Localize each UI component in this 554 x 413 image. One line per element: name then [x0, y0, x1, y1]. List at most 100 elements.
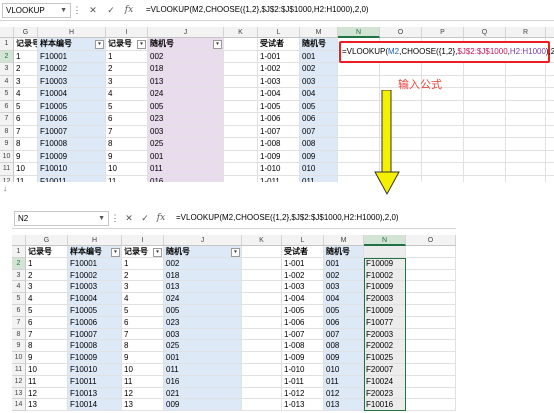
data-cell[interactable]: 12 [26, 387, 68, 400]
cell[interactable] [464, 150, 506, 163]
data-cell[interactable]: 016 [148, 175, 224, 182]
column-header[interactable]: K [224, 27, 258, 38]
data-cell[interactable]: 12 [122, 387, 164, 400]
column-header[interactable]: O [380, 27, 422, 38]
data-cell[interactable]: F10009 [38, 150, 106, 163]
data-cell[interactable]: F10001 [68, 257, 122, 270]
data-cell[interactable]: F10004 [68, 293, 122, 305]
cell[interactable] [464, 63, 506, 76]
data-cell[interactable]: 018 [148, 63, 224, 76]
data-cell[interactable]: F20007 [364, 364, 406, 376]
data-cell[interactable]: F10003 [68, 281, 122, 294]
cell[interactable] [224, 113, 258, 126]
row-header[interactable]: 10 [12, 352, 26, 364]
column-header[interactable]: L [282, 235, 324, 246]
column-title[interactable]: 随机号 [324, 246, 364, 258]
data-cell[interactable]: 7 [122, 328, 164, 341]
cell[interactable] [406, 328, 456, 341]
data-cell[interactable]: F10011 [68, 375, 122, 388]
cell[interactable] [242, 246, 282, 258]
data-cell[interactable]: 1-003 [258, 75, 300, 88]
column-title[interactable]: 记录号 [14, 38, 38, 51]
data-cell[interactable]: 8 [122, 340, 164, 353]
data-cell[interactable]: F10002 [68, 269, 122, 282]
data-cell[interactable]: 1-011 [282, 375, 324, 388]
data-cell[interactable]: 024 [164, 293, 242, 305]
cell[interactable] [546, 113, 554, 126]
row-header[interactable]: 7 [12, 316, 26, 329]
column-title[interactable]: 记录号 ▾ [122, 246, 164, 258]
filter-dropdown-icon[interactable]: ▾ [153, 248, 162, 257]
select-all-corner[interactable] [12, 235, 26, 246]
enter-button[interactable]: ✓ [104, 3, 118, 17]
data-cell[interactable]: 005 [164, 305, 242, 317]
data-cell[interactable]: F10006 [68, 316, 122, 329]
cell[interactable] [224, 125, 258, 138]
cell[interactable] [406, 340, 456, 353]
data-cell[interactable]: 1-006 [258, 113, 300, 126]
cell[interactable] [464, 88, 506, 101]
data-cell[interactable]: 5 [122, 305, 164, 317]
row-header[interactable]: 8 [12, 328, 26, 341]
row-header[interactable]: 6 [12, 305, 26, 317]
row-header[interactable]: 1 [12, 246, 26, 258]
data-cell[interactable]: 1-010 [258, 163, 300, 176]
cell[interactable] [546, 138, 554, 151]
cell[interactable] [242, 352, 282, 364]
data-cell[interactable]: 7 [14, 125, 38, 138]
cell[interactable] [546, 63, 554, 76]
cell[interactable] [406, 399, 456, 412]
data-cell[interactable]: F10005 [68, 305, 122, 317]
data-cell[interactable]: 025 [148, 138, 224, 151]
data-cell[interactable]: 7 [26, 328, 68, 341]
column-header[interactable]: K [242, 235, 282, 246]
cell[interactable] [364, 246, 406, 258]
row-header[interactable]: 7 [0, 113, 14, 126]
column-header[interactable]: M [300, 27, 338, 38]
data-cell[interactable]: 8 [106, 138, 148, 151]
data-cell[interactable]: 5 [106, 100, 148, 113]
data-cell[interactable]: 004 [300, 88, 338, 101]
data-cell[interactable]: 3 [14, 75, 38, 88]
data-cell[interactable]: F10007 [68, 328, 122, 341]
data-cell[interactable]: 3 [26, 281, 68, 294]
data-cell[interactable]: 009 [324, 352, 364, 364]
data-cell[interactable]: 001 [324, 257, 364, 270]
data-cell[interactable]: 008 [300, 138, 338, 151]
data-cell[interactable]: 6 [106, 113, 148, 126]
data-cell[interactable]: 021 [164, 387, 242, 400]
cell[interactable] [422, 113, 464, 126]
row-header[interactable]: 10 [0, 150, 14, 163]
data-cell[interactable]: 011 [300, 175, 338, 182]
cell[interactable] [406, 352, 456, 364]
data-cell[interactable]: F10011 [38, 175, 106, 182]
cell[interactable] [242, 257, 282, 270]
cell[interactable] [464, 175, 506, 182]
column-header[interactable]: G [26, 235, 68, 246]
data-cell[interactable]: 001 [300, 50, 338, 63]
data-cell[interactable]: 1-001 [282, 257, 324, 270]
column-header[interactable]: I [106, 27, 148, 38]
data-cell[interactable]: 1-011 [258, 175, 300, 182]
cell[interactable] [546, 76, 554, 88]
data-cell[interactable]: 6 [122, 316, 164, 329]
data-cell[interactable]: 006 [324, 316, 364, 329]
data-cell[interactable]: 011 [324, 375, 364, 388]
column-title[interactable]: 受试者 [282, 246, 324, 258]
data-cell[interactable]: 4 [14, 88, 38, 101]
row-header[interactable]: 2 [12, 257, 26, 270]
cell[interactable] [422, 100, 464, 113]
column-header[interactable]: H [68, 235, 122, 246]
cell[interactable] [546, 151, 554, 163]
data-cell[interactable]: 1-007 [258, 125, 300, 138]
data-cell[interactable]: 009 [164, 399, 242, 412]
column-header[interactable]: R [506, 27, 546, 38]
column-header[interactable]: N [364, 235, 406, 246]
cell[interactable] [338, 75, 380, 88]
data-cell[interactable]: 7 [106, 125, 148, 138]
select-all-corner[interactable] [0, 27, 14, 38]
cell[interactable] [338, 63, 380, 76]
cell[interactable] [506, 150, 546, 163]
data-cell[interactable]: 011 [148, 163, 224, 176]
data-cell[interactable]: 002 [300, 63, 338, 76]
